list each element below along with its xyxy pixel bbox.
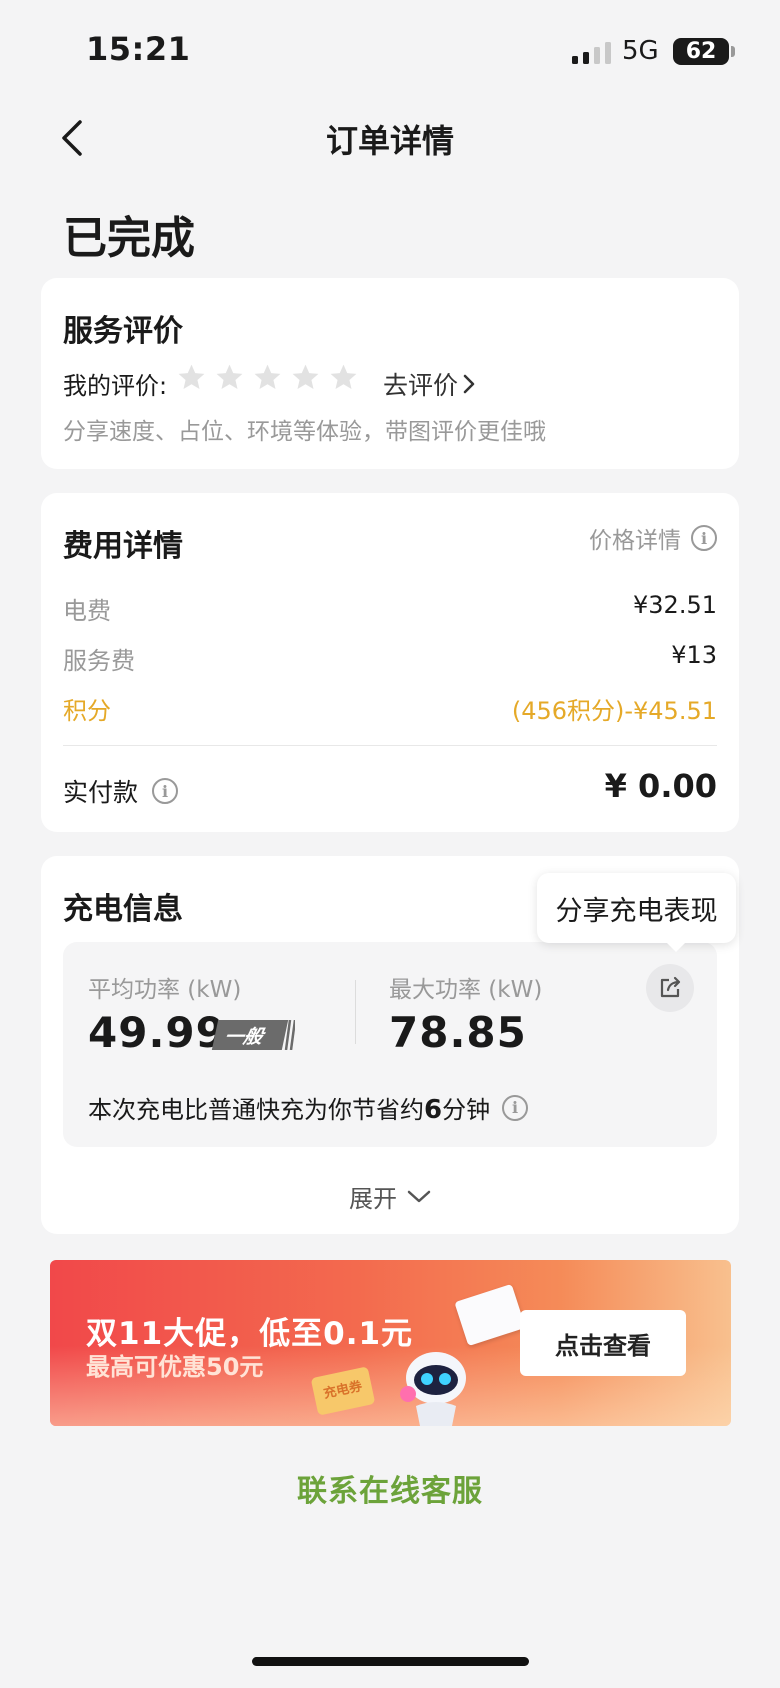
tooltip-arrow xyxy=(665,941,687,952)
star-icon[interactable] xyxy=(214,362,245,393)
star-icon[interactable] xyxy=(176,362,207,393)
info-icon[interactable]: i xyxy=(502,1094,529,1121)
signal-icon xyxy=(572,42,611,64)
rating-card: 服务评价 我的评价: 去评价 分享速度、占位、环境等体验，带图评价更佳哦 xyxy=(41,278,739,469)
info-icon[interactable]: i xyxy=(152,778,179,804)
fee-card: 费用详情 价格详情 i 电费 ¥32.51 服务费 ¥13 积分 (456积分)… xyxy=(41,493,739,832)
promo-banner[interactable]: 充电券 双11大促，低至0.1元 最高可优惠50元 点击查看 xyxy=(50,1260,731,1426)
time-saved-text: 本次充电比普通快充为你节省约6分钟 i xyxy=(88,1090,529,1125)
chevron-right-icon xyxy=(463,374,475,394)
charge-card-graphic xyxy=(454,1283,526,1347)
status-time: 15:21 xyxy=(86,30,191,68)
expand-label: 展开 xyxy=(349,1185,397,1213)
paid-label-group: 实付款 i xyxy=(63,773,179,809)
go-rate-label: 去评价 xyxy=(383,371,459,400)
home-indicator[interactable] xyxy=(252,1657,529,1666)
paid-amount: ¥ 0.00 xyxy=(604,767,717,805)
expand-toggle[interactable]: 展开 xyxy=(41,1179,739,1214)
my-rating-label: 我的评价: xyxy=(63,372,168,400)
fee-row-electricity: 电费 ¥32.51 xyxy=(63,591,717,626)
fee-label: 服务费 xyxy=(63,647,135,675)
chevron-down-icon xyxy=(407,1190,431,1202)
badge-label: 一般 xyxy=(222,1025,266,1048)
network-type: 5G xyxy=(622,36,659,66)
divider xyxy=(63,745,717,746)
price-detail-label: 价格详情 xyxy=(589,528,681,554)
paid-label: 实付款 xyxy=(63,778,139,807)
price-detail-link[interactable]: 价格详情 i xyxy=(589,521,717,555)
charge-title: 充电信息 xyxy=(63,892,183,927)
fee-row-service: 服务费 ¥13 xyxy=(63,641,717,676)
share-tooltip[interactable]: 分享充电表现 xyxy=(537,873,736,943)
page-title: 订单详情 xyxy=(325,122,454,160)
battery-tip xyxy=(731,46,735,57)
fee-title: 费用详情 xyxy=(63,529,183,564)
rating-title: 服务评价 xyxy=(63,314,183,349)
max-power-label: 最大功率 (kW) xyxy=(389,977,543,1003)
promo-view-button[interactable]: 点击查看 xyxy=(520,1310,686,1376)
fee-value: ¥32.51 xyxy=(633,591,717,619)
save-suffix: 分钟 xyxy=(442,1096,491,1124)
order-status: 已完成 xyxy=(63,213,195,264)
star-icon[interactable] xyxy=(328,362,359,393)
charge-stats-panel: 平均功率 (kW) 49.99 一般 最大功率 (kW) 78.85 本次充电比… xyxy=(63,942,717,1147)
avg-power-value: 49.99 xyxy=(88,1008,226,1057)
fee-label: 电费 xyxy=(63,597,111,625)
fee-value: (456积分)-¥45.51 xyxy=(511,697,717,725)
info-icon: i xyxy=(691,525,717,551)
fee-row-points: 积分 (456积分)-¥45.51 xyxy=(63,691,717,726)
save-prefix: 本次充电比普通快充为你节省约 xyxy=(88,1096,424,1124)
go-rate-link[interactable]: 去评价 xyxy=(383,366,476,402)
fee-label: 积分 xyxy=(63,697,111,725)
battery-icon: 62 xyxy=(673,38,729,65)
badge-stripes xyxy=(284,1020,295,1050)
max-power-value: 78.85 xyxy=(389,1008,527,1057)
rating-hint: 分享速度、占位、环境等体验，带图评价更佳哦 xyxy=(63,419,546,445)
contact-support-link[interactable]: 联系在线客服 xyxy=(0,1466,780,1510)
avg-power-label: 平均功率 (kW) xyxy=(88,977,242,1003)
divider xyxy=(355,980,356,1044)
share-icon xyxy=(660,976,681,998)
star-rating[interactable] xyxy=(176,362,359,393)
power-level-badge: 一般 xyxy=(211,1020,289,1050)
fee-value: ¥13 xyxy=(671,641,717,669)
save-amount: 6 xyxy=(424,1095,443,1125)
star-icon[interactable] xyxy=(252,362,283,393)
star-icon[interactable] xyxy=(290,362,321,393)
share-button[interactable] xyxy=(646,964,694,1012)
promo-subtitle: 最高可优惠50元 xyxy=(86,1353,264,1381)
